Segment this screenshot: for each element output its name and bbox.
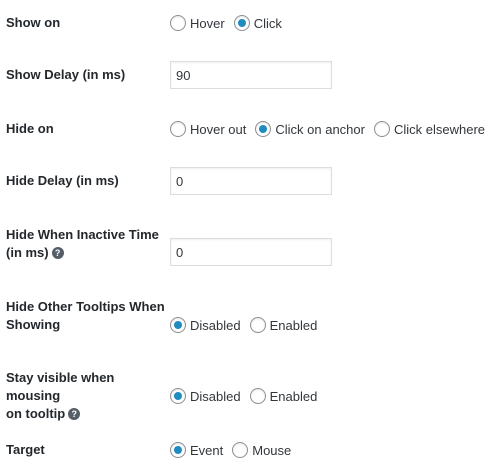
row-hide-other: Hide Other Tooltips When Showing Disable… — [0, 298, 497, 338]
show-delay-input[interactable] — [170, 61, 332, 89]
hide-delay-input[interactable] — [170, 167, 332, 195]
row-stay-visible: Stay visible when mousing on tooltip? Di… — [0, 369, 497, 421]
hide-delay-label: Hide Delay (in ms) — [6, 173, 119, 188]
help-icon[interactable]: ? — [51, 246, 64, 259]
hide-other-label-line1: Hide Other Tooltips When — [6, 299, 165, 314]
show-on-label: Show on — [6, 15, 61, 30]
hide-inactive-label-line2: (in ms) — [6, 245, 49, 260]
hide-on-radio-group: Hover out Click on anchor Click elsewher… — [170, 121, 485, 137]
hide-other-disabled-option[interactable]: Disabled — [170, 317, 241, 333]
show-on-hover-option[interactable]: Hover — [170, 15, 225, 31]
hide-on-click-anchor-label: Click on anchor — [275, 121, 365, 137]
row-show-delay: Show Delay (in ms) — [0, 61, 497, 89]
radio-button-checked[interactable] — [255, 121, 272, 137]
show-delay-field-wrap — [170, 61, 332, 89]
stay-visible-disabled-label: Disabled — [190, 388, 241, 404]
row-hide-on: Hide on Hover out Click on anchor Click … — [0, 120, 497, 140]
show-on-click-label: Click — [253, 15, 282, 31]
hide-other-disabled-label: Disabled — [190, 317, 241, 333]
stay-visible-label-line2: on tooltip — [6, 406, 66, 421]
stay-visible-radio-group: Disabled Enabled — [170, 388, 326, 404]
hide-other-enabled-label: Enabled — [269, 317, 318, 333]
hide-other-label: Hide Other Tooltips When Showing — [6, 298, 166, 334]
radio-button-checked[interactable] — [170, 388, 186, 404]
hide-on-click-elsewhere-label: Click elsewhere — [393, 121, 486, 137]
stay-visible-label-line2-wrap: on tooltip? — [6, 405, 166, 423]
hide-other-enabled-option[interactable]: Enabled — [249, 317, 318, 333]
hide-other-radio-group: Disabled Enabled — [170, 317, 326, 333]
hide-on-hover-out-label: Hover out — [190, 121, 247, 137]
target-radio-group: Event Mouse — [170, 442, 300, 458]
target-event-label: Event — [190, 442, 224, 458]
hide-on-click-anchor-option[interactable]: Click on anchor — [255, 121, 365, 137]
tooltip-settings-form: Show on Hover Click Show Delay (in ms) H… — [0, 0, 497, 474]
stay-visible-disabled-option[interactable]: Disabled — [170, 388, 241, 404]
row-hide-delay: Hide Delay (in ms) — [0, 167, 497, 195]
stay-visible-enabled-option[interactable]: Enabled — [249, 388, 318, 404]
target-label: Target — [6, 442, 45, 457]
hide-on-click-elsewhere-option[interactable]: Click elsewhere — [373, 121, 486, 137]
hide-delay-field-wrap — [170, 167, 332, 195]
radio-button[interactable] — [170, 15, 186, 31]
hide-inactive-field-wrap — [170, 238, 332, 266]
show-on-hover-label: Hover — [190, 15, 225, 31]
hide-inactive-label: Hide When Inactive Time (in ms)? — [6, 226, 166, 262]
target-mouse-option[interactable]: Mouse — [232, 442, 291, 458]
radio-button[interactable] — [373, 121, 390, 137]
stay-visible-label-line1: Stay visible when mousing — [6, 370, 115, 403]
hide-on-hover-out-option[interactable]: Hover out — [170, 121, 246, 137]
show-on-radio-group: Hover Click — [170, 15, 291, 31]
radio-button-checked[interactable] — [170, 442, 186, 458]
show-delay-label: Show Delay (in ms) — [6, 67, 126, 82]
radio-button-checked[interactable] — [170, 317, 186, 333]
radio-button-checked[interactable] — [233, 15, 250, 31]
hide-on-label: Hide on — [6, 121, 54, 136]
hide-inactive-label-line2-wrap: (in ms)? — [6, 244, 166, 262]
target-event-option[interactable]: Event — [170, 442, 223, 458]
target-mouse-label: Mouse — [252, 442, 292, 458]
hide-other-label-line2: Showing — [6, 317, 61, 332]
radio-button[interactable] — [170, 121, 186, 137]
show-on-click-option[interactable]: Click — [233, 15, 282, 31]
stay-visible-enabled-label: Enabled — [269, 388, 318, 404]
help-icon[interactable]: ? — [68, 407, 81, 420]
radio-button[interactable] — [249, 317, 266, 333]
row-target: Target Event Mouse — [0, 441, 497, 461]
radio-button[interactable] — [232, 442, 249, 458]
row-show-on: Show on Hover Click — [0, 14, 497, 34]
radio-button[interactable] — [249, 388, 266, 404]
hide-inactive-label-line1: Hide When Inactive Time — [6, 227, 159, 242]
row-hide-inactive: Hide When Inactive Time (in ms)? — [0, 226, 497, 266]
hide-inactive-input[interactable] — [170, 238, 332, 266]
stay-visible-label: Stay visible when mousing on tooltip? — [6, 369, 166, 423]
